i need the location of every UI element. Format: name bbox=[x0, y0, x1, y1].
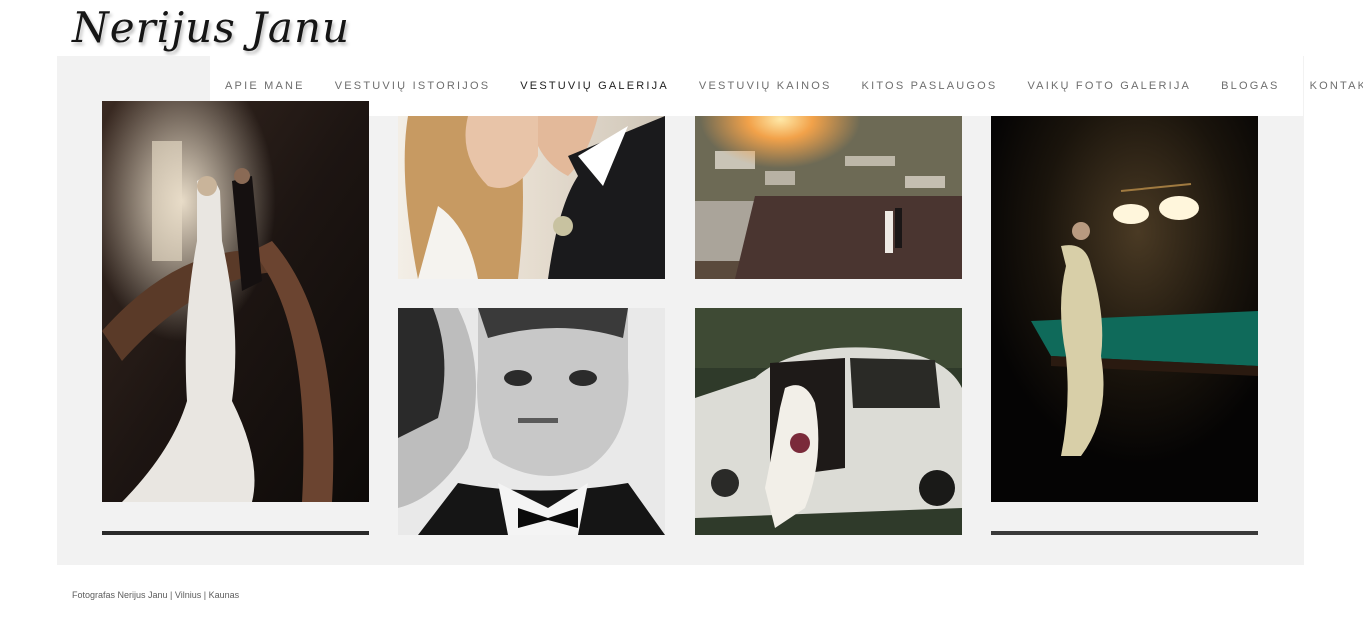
nav-item-vaiku-foto-galerija[interactable]: VAIKŲ FOTO GALERIJA bbox=[1027, 80, 1191, 92]
logo-text: Nerijus Janu bbox=[72, 3, 351, 52]
footer-text: Fotografas Nerijus Janu | Vilnius | Kaun… bbox=[72, 590, 240, 600]
bride-vintage-car-photo[interactable] bbox=[695, 308, 962, 535]
rooftop-sunset-photo[interactable] bbox=[695, 116, 962, 279]
nav-item-vestuviu-istorijos[interactable]: VESTUVIŲ ISTORIJOS bbox=[335, 80, 491, 92]
nav-item-blogas[interactable]: BLOGAS bbox=[1221, 80, 1279, 92]
groom-portrait-bw-photo[interactable] bbox=[398, 308, 665, 535]
nav-item-kontaktai[interactable]: KONTAKTAI bbox=[1310, 80, 1363, 92]
bride-staircase-photo[interactable] bbox=[102, 101, 369, 502]
bride-billiard-room-photo[interactable] bbox=[991, 116, 1258, 502]
main-navigation: APIE MANE VESTUVIŲ ISTORIJOS VESTUVIŲ GA… bbox=[210, 56, 1363, 116]
partial-photo-bottom-right[interactable] bbox=[991, 531, 1258, 535]
couple-closeup-photo[interactable] bbox=[398, 116, 665, 279]
nav-item-vestuviu-kainos[interactable]: VESTUVIŲ KAINOS bbox=[699, 80, 832, 92]
site-logo[interactable]: Nerijus Janu bbox=[72, 2, 372, 54]
nav-item-vestuviu-galerija[interactable]: VESTUVIŲ GALERIJA bbox=[520, 80, 669, 92]
nav-item-apie-mane[interactable]: APIE MANE bbox=[225, 80, 305, 92]
partial-photo-bottom-left[interactable] bbox=[102, 531, 369, 535]
nav-item-kitos-paslaugos[interactable]: KITOS PASLAUGOS bbox=[862, 80, 998, 92]
